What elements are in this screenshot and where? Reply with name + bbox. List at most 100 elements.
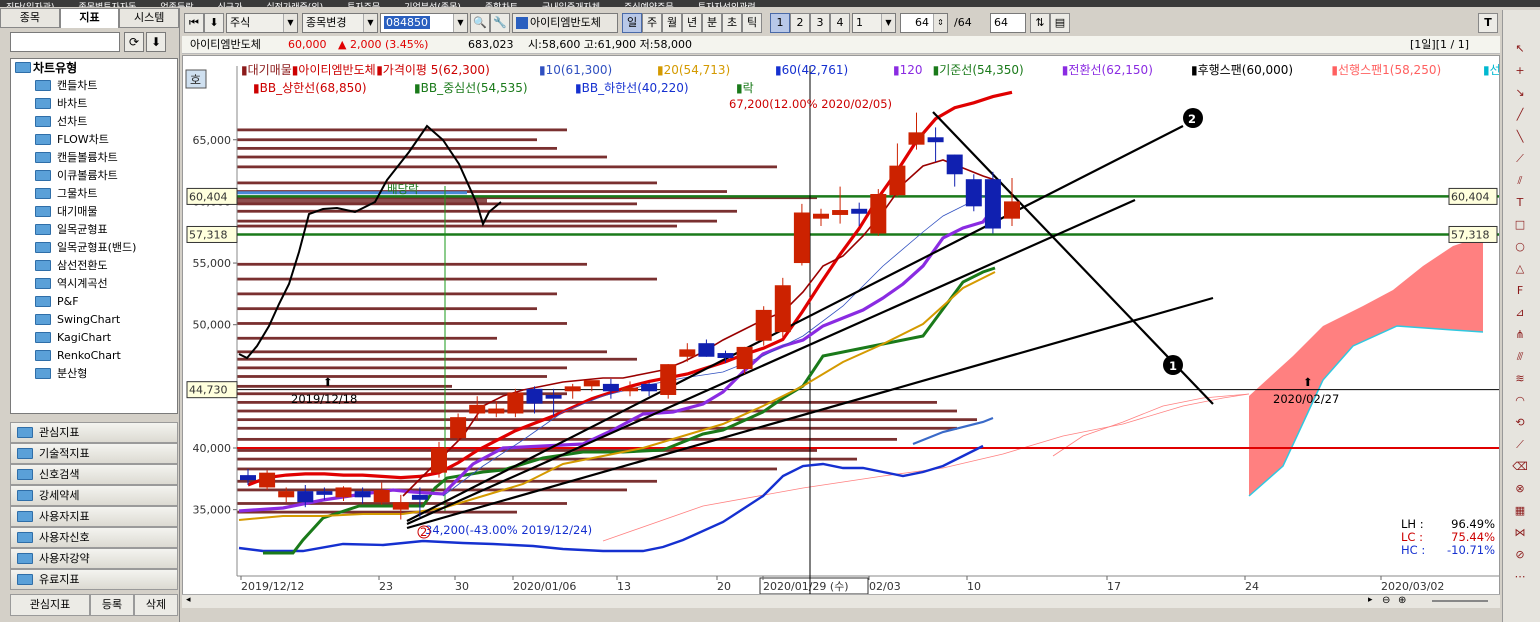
indicator-section[interactable]: 신호검색 xyxy=(10,464,178,485)
candle-body[interactable] xyxy=(278,491,295,498)
legend-item[interactable]: ▮선행스팬1(58,250) xyxy=(1331,62,1441,77)
trend-line-icon[interactable]: ╱ xyxy=(1511,106,1529,124)
price-chart[interactable]: 65,00060,00055,00050,00045,00040,00035,0… xyxy=(182,55,1500,607)
window-tab[interactable]: 종목별투자자동 xyxy=(72,4,136,8)
fibonacci-icon[interactable]: F xyxy=(1511,282,1529,300)
indicator-section[interactable]: 관심지표 xyxy=(10,422,178,443)
tree-item[interactable]: 일목균형표(밴드) xyxy=(11,239,177,257)
andrews-icon[interactable]: ⫻ xyxy=(1511,348,1529,366)
candle-body[interactable] xyxy=(793,212,810,264)
interval-button[interactable]: 2 xyxy=(790,13,810,33)
window-tab[interactable]: 종합차트 xyxy=(479,4,518,8)
candle-body[interactable] xyxy=(870,194,887,234)
window-tab[interactable]: 투자자선외관련 xyxy=(692,4,756,8)
crosshair-icon[interactable]: + xyxy=(1511,62,1529,80)
candle-body[interactable] xyxy=(927,137,944,143)
legend-item[interactable]: ▮대기매물 xyxy=(241,63,292,77)
legend-item[interactable]: ▮BB_중심선(54,535) xyxy=(414,81,528,95)
indicator-section[interactable]: 강세약세 xyxy=(10,485,178,506)
circle-icon[interactable]: ○ xyxy=(1511,238,1529,256)
lock-icon[interactable]: ⊘ xyxy=(1511,546,1529,564)
magnet-icon[interactable]: ⋈ xyxy=(1511,524,1529,542)
candle-body[interactable] xyxy=(946,154,963,175)
candle-body[interactable] xyxy=(373,489,390,503)
scroll-left-icon[interactable]: ◂ xyxy=(186,595,191,605)
candle-body[interactable] xyxy=(545,394,562,399)
candle-body[interactable] xyxy=(392,502,409,510)
candle-body[interactable] xyxy=(259,472,276,488)
line-tool-icon[interactable]: ╲ xyxy=(1511,128,1529,146)
tab-indicator[interactable]: 지표 xyxy=(59,8,120,28)
candle-body[interactable] xyxy=(297,491,314,503)
candle-body[interactable] xyxy=(736,346,753,370)
tab-stock[interactable]: 종목 xyxy=(0,8,60,28)
window-tab[interactable]: 투자주문 xyxy=(341,4,380,8)
candle-body[interactable] xyxy=(717,353,734,358)
count-spinner[interactable]: 64 ⇕ xyxy=(900,13,948,33)
eraser-icon[interactable]: ⌫ xyxy=(1511,458,1529,476)
legend-item[interactable]: ▮선행스팬2(49,425) xyxy=(1483,62,1499,77)
tab-system[interactable]: 시스템 xyxy=(119,8,180,28)
candle-body[interactable] xyxy=(622,387,638,392)
tree-item[interactable]: 분산형 xyxy=(11,365,177,383)
wrench-icon[interactable]: 🔧 xyxy=(490,13,510,33)
candle-body[interactable] xyxy=(583,380,600,387)
download-data-icon[interactable]: ⬇ xyxy=(204,13,224,33)
period-button[interactable]: 틱 xyxy=(742,13,762,33)
delete-all-icon[interactable]: ⊗ xyxy=(1511,480,1529,498)
window-tab[interactable]: 실전가래중(외) xyxy=(260,4,323,8)
candle-body[interactable] xyxy=(450,417,467,439)
text-tool-button[interactable]: T xyxy=(1478,13,1498,33)
legend-item[interactable]: ▮120 xyxy=(893,63,923,77)
interval-button[interactable]: 1 xyxy=(770,13,790,33)
tree-item[interactable]: KagiChart xyxy=(11,329,177,347)
candle-body[interactable] xyxy=(564,386,581,392)
tree-item[interactable]: 바차트 xyxy=(11,95,177,113)
search-icon[interactable]: 🔍 xyxy=(470,13,490,33)
register-button[interactable]: 등록 xyxy=(90,594,134,616)
candle-body[interactable] xyxy=(1004,201,1020,219)
favorite-indicator-button[interactable]: 관심지표 xyxy=(10,594,90,616)
tree-item[interactable]: 그물차트 xyxy=(11,185,177,203)
chart-scrollbar[interactable]: ◂ ▸ ⊖ ⊕ xyxy=(182,594,1500,608)
candle-body[interactable] xyxy=(431,448,447,473)
delete-button[interactable]: 삭제 xyxy=(134,594,178,616)
tree-item[interactable]: 선차트 xyxy=(11,113,177,131)
trend-line[interactable] xyxy=(406,198,1136,526)
candle-body[interactable] xyxy=(335,487,352,498)
period-button[interactable]: 주 xyxy=(642,13,662,33)
legend-item[interactable]: ▮락 xyxy=(736,81,754,95)
zoom-in-icon[interactable]: ⊕ xyxy=(1398,595,1406,606)
legend-item[interactable]: ▮BB_상한선(68,850) xyxy=(253,81,367,95)
arrow-tool-icon[interactable]: ↘ xyxy=(1511,84,1529,102)
candle-body[interactable] xyxy=(813,213,829,219)
candle-body[interactable] xyxy=(851,208,868,214)
candle-body[interactable] xyxy=(526,388,543,404)
window-tab[interactable]: 업종등락 xyxy=(154,4,193,8)
indicator-section[interactable]: 유료지표 xyxy=(10,569,178,590)
candle-body[interactable] xyxy=(488,408,505,414)
legend-item[interactable]: ▮아이티엠반도체 xyxy=(292,63,376,77)
zoom-out-icon[interactable]: ⊖ xyxy=(1382,595,1390,606)
legend-item[interactable]: ▮20(54,713) xyxy=(657,63,730,77)
first-page-icon[interactable]: ⏮ xyxy=(184,13,204,33)
download-icon[interactable]: ⬇ xyxy=(146,32,166,52)
change-stock-select[interactable]: 종목변경 ▼ xyxy=(302,13,378,33)
tree-item[interactable]: 이큐볼륨차트 xyxy=(11,167,177,185)
period-button[interactable]: 월 xyxy=(662,13,682,33)
chart-canvas[interactable]: 65,00060,00055,00050,00045,00040,00035,0… xyxy=(183,56,1499,594)
rectangle-icon[interactable]: □ xyxy=(1511,216,1529,234)
interval-button[interactable]: 3 xyxy=(810,13,830,33)
candle-body[interactable] xyxy=(507,392,524,414)
candle-body[interactable] xyxy=(316,491,333,495)
window-tab[interactable]: 진단(일자관) xyxy=(0,4,54,8)
candle-body[interactable] xyxy=(469,404,486,414)
tree-item[interactable]: FLOW차트 xyxy=(11,131,177,149)
channel-icon[interactable]: ⫽ xyxy=(1511,172,1529,190)
fib-arc-icon[interactable]: ◠ xyxy=(1511,392,1529,410)
legend-item[interactable]: ▮기준선(54,350) xyxy=(933,63,1024,77)
legend-item[interactable]: ▮10(61,300) xyxy=(539,63,612,77)
indicator-section[interactable]: 기술적지표 xyxy=(10,443,178,464)
triangle-icon[interactable]: △ xyxy=(1511,260,1529,278)
candle-body[interactable] xyxy=(984,179,1001,229)
